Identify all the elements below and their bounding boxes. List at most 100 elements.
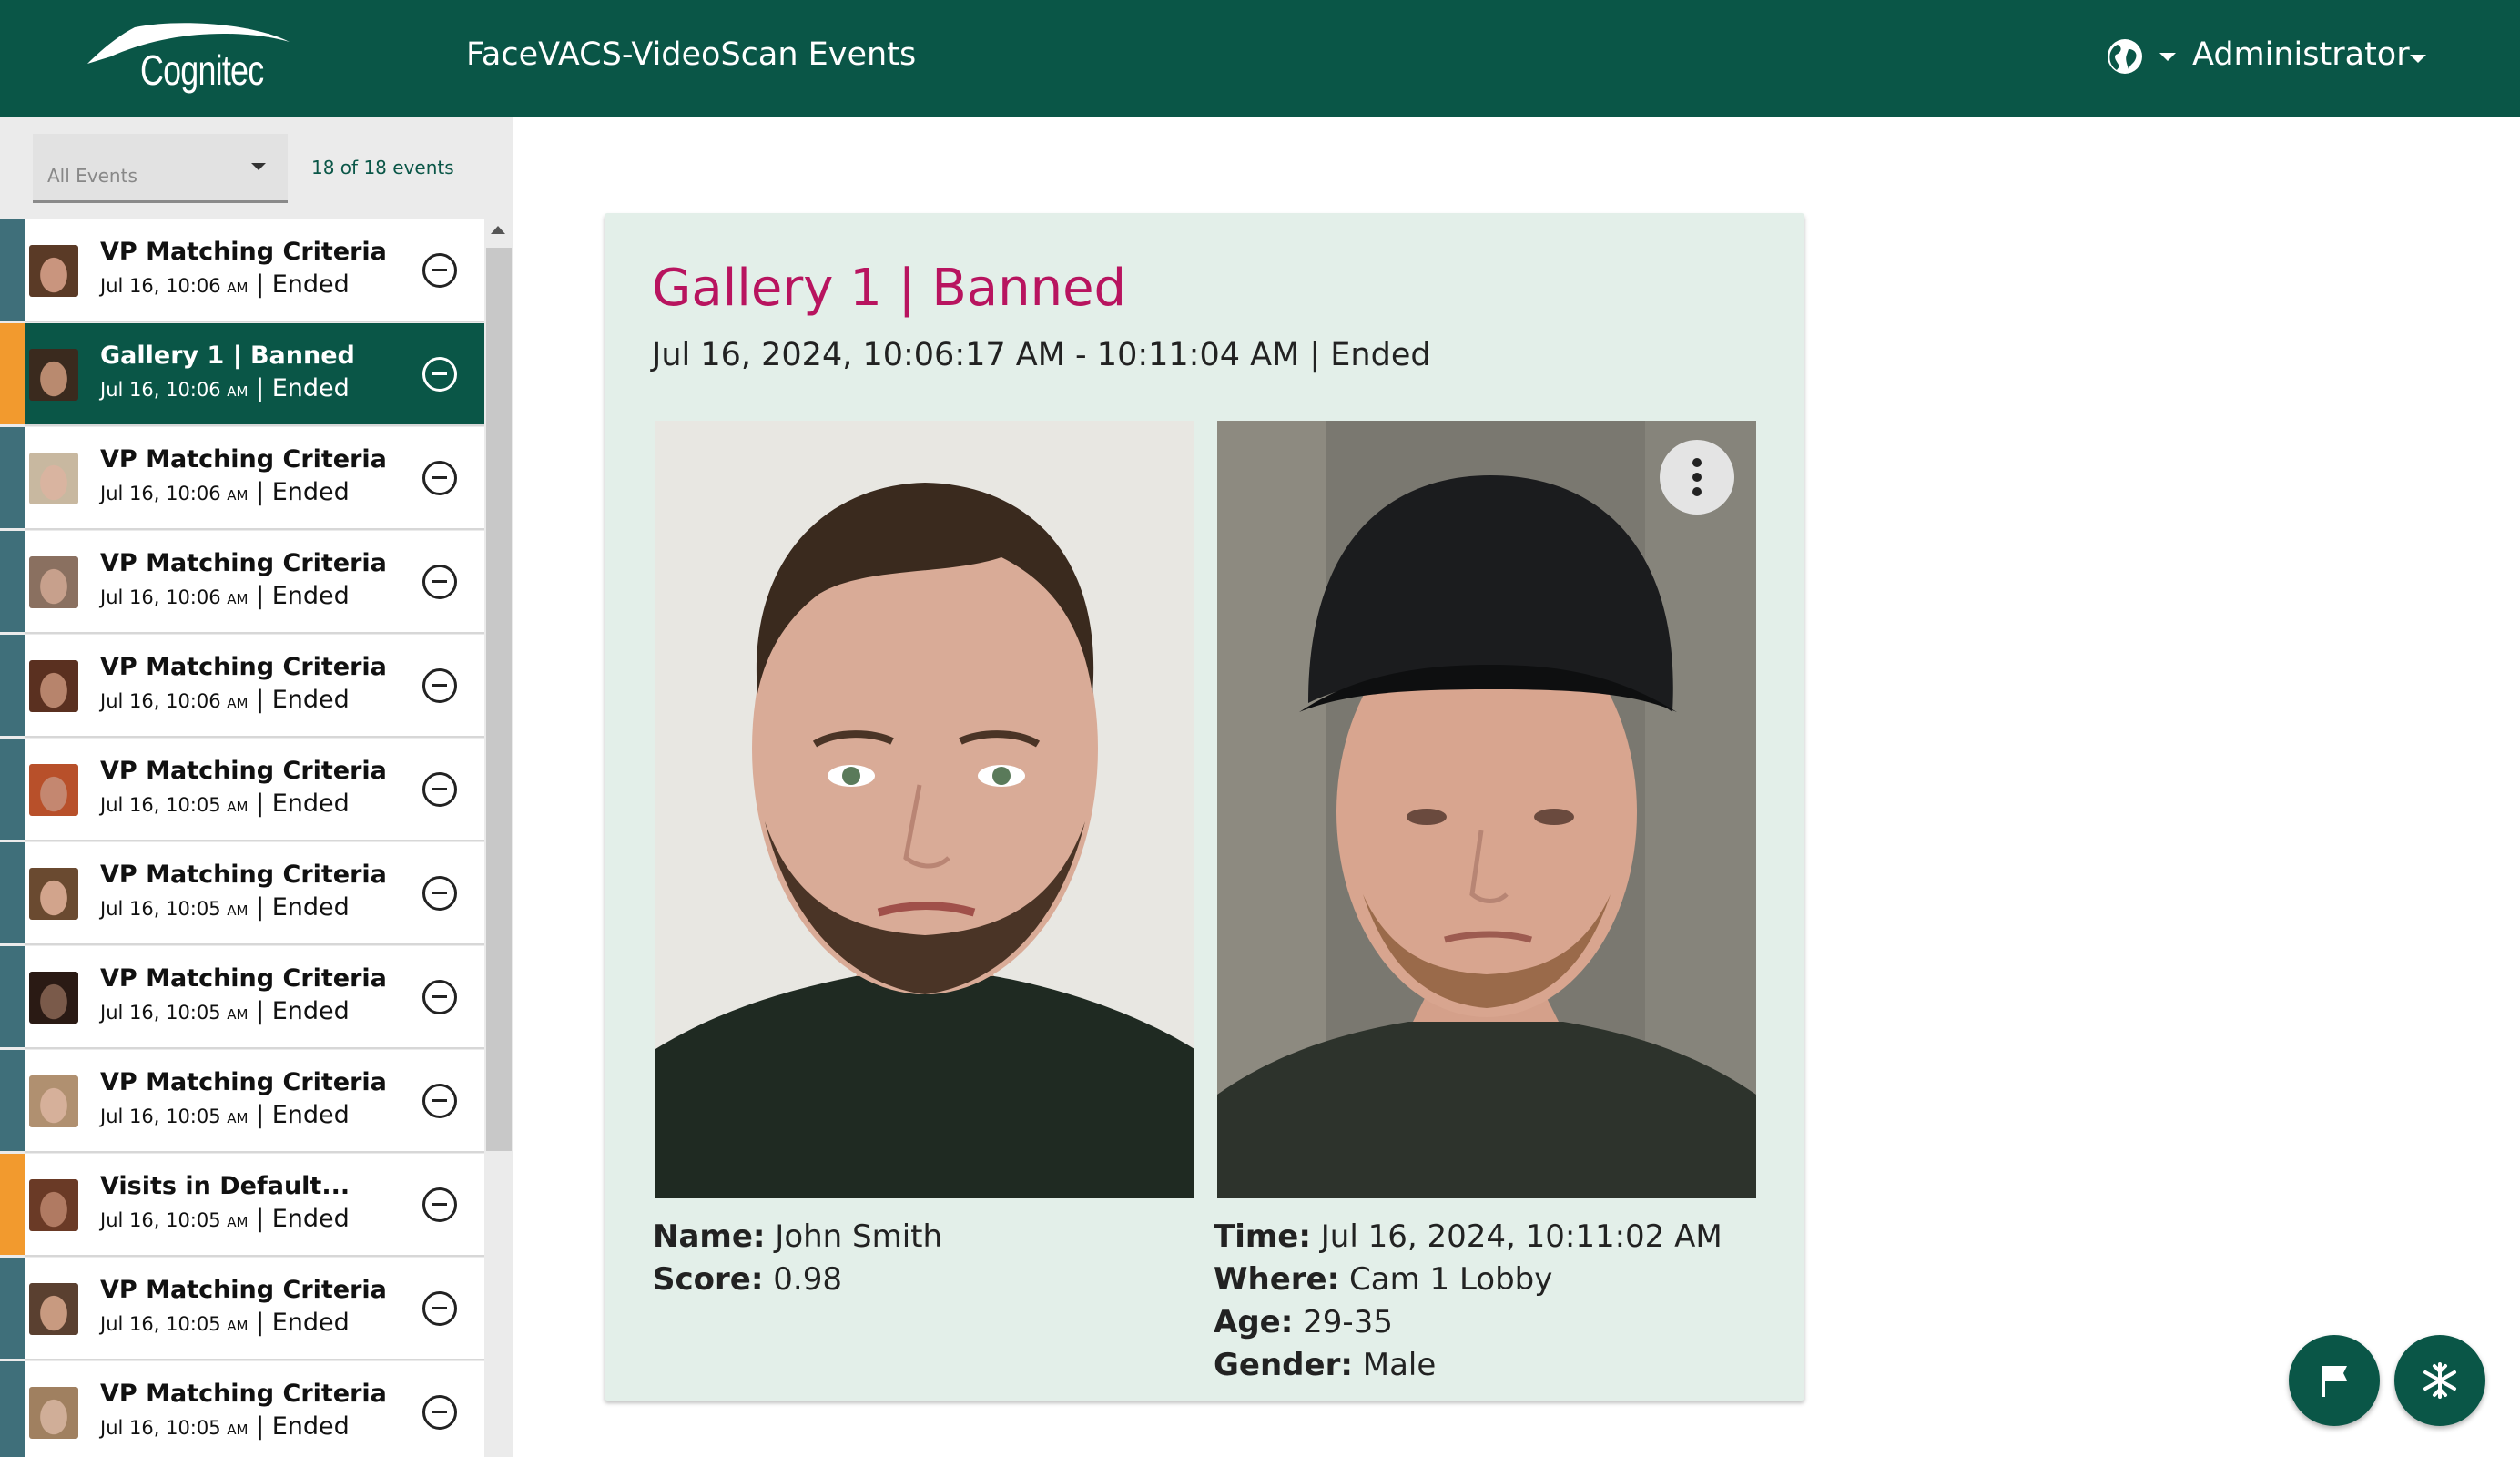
event-list-item[interactable]: VP Matching Criteria Jul 16, 10:06 AM | E… [0, 531, 484, 632]
event-title: VP Matching Criteria [100, 964, 387, 993]
event-list-item[interactable]: VP Matching Criteria Jul 16, 10:05 AM | E… [0, 946, 484, 1047]
event-title: VP Matching Criteria [100, 238, 387, 266]
event-meta: Jul 16, 10:06 AM | Ended [100, 582, 350, 610]
event-thumbnail [29, 453, 78, 504]
event-list-item[interactable]: VP Matching Criteria Jul 16, 10:06 AM | E… [0, 427, 484, 528]
language-selector[interactable] [2105, 33, 2178, 84]
dismiss-event-icon[interactable] [422, 1084, 457, 1118]
dismiss-event-icon[interactable] [422, 357, 457, 392]
reference-name: Name: John Smith [653, 1218, 943, 1255]
event-title: VP Matching Criteria [100, 1068, 387, 1096]
event-list-item[interactable]: VP Matching Criteria Jul 16, 10:05 AM | E… [0, 1361, 484, 1457]
event-thumbnail [29, 764, 78, 816]
app-title: FaceVACS-VideoScan Events [466, 36, 917, 73]
row-divider [25, 840, 484, 841]
event-meta: Jul 16, 10:05 AM | Ended [100, 1205, 350, 1233]
dismiss-event-icon[interactable] [422, 980, 457, 1014]
flag-icon [2322, 1366, 2347, 1397]
event-type-stripe [0, 842, 25, 943]
event-list-item[interactable]: VP Matching Criteria Jul 16, 10:05 AM | E… [0, 842, 484, 943]
event-list-item[interactable]: VP Matching Criteria Jul 16, 10:06 AM | E… [0, 219, 484, 321]
row-divider [25, 321, 484, 322]
event-type-stripe [0, 323, 25, 424]
event-title: VP Matching Criteria [100, 1276, 387, 1304]
event-type-stripe [0, 531, 25, 632]
more-vertical-icon[interactable] [1660, 440, 1734, 515]
flag-button[interactable] [2289, 1335, 2380, 1426]
dismiss-event-icon[interactable] [422, 668, 457, 703]
row-divider [25, 528, 484, 530]
event-meta: Jul 16, 10:05 AM | Ended [100, 790, 350, 818]
event-thumbnail [29, 245, 78, 297]
event-thumbnail [29, 1179, 78, 1231]
event-thumbnail [29, 868, 78, 920]
event-meta: Jul 16, 10:06 AM | Ended [100, 374, 350, 402]
event-filter-select[interactable]: All Events [33, 134, 288, 203]
row-divider [25, 1047, 484, 1049]
event-list-item[interactable]: VP Matching Criteria Jul 16, 10:05 AM | E… [0, 1050, 484, 1151]
event-list-item[interactable]: Visits in Default... Jul 16, 10:05 AM | E… [0, 1154, 484, 1255]
reference-score: Score: 0.98 [653, 1261, 842, 1298]
dismiss-event-icon[interactable] [422, 253, 457, 288]
event-type-stripe [0, 427, 25, 528]
dismiss-event-icon[interactable] [422, 876, 457, 911]
event-meta: Jul 16, 10:05 AM | Ended [100, 1309, 350, 1337]
event-meta: Jul 16, 10:05 AM | Ended [100, 1101, 350, 1129]
dismiss-event-icon[interactable] [422, 565, 457, 599]
row-divider [25, 424, 484, 426]
event-list-item[interactable]: VP Matching Criteria Jul 16, 10:06 AM | E… [0, 635, 484, 736]
event-count: 18 of 18 events [311, 157, 454, 178]
row-divider [25, 943, 484, 945]
dismiss-event-icon[interactable] [422, 772, 457, 807]
app-header: Cognitec FaceVACS-VideoScan Events Admin… [0, 0, 2520, 117]
event-list-item[interactable]: VP Matching Criteria Jul 16, 10:05 AM | E… [0, 739, 484, 840]
detection-photo[interactable] [1217, 421, 1756, 1198]
event-list-item[interactable]: VP Matching Criteria Jul 16, 10:05 AM | E… [0, 1258, 484, 1359]
dismiss-event-icon[interactable] [422, 461, 457, 495]
event-title: VP Matching Criteria [100, 653, 387, 681]
scrollbar-thumb[interactable] [486, 248, 512, 1151]
event-title: Gallery 1 | Banned [100, 341, 355, 370]
event-title: VP Matching Criteria [100, 757, 387, 785]
event-thumbnail [29, 1075, 78, 1127]
event-list: VP Matching Criteria Jul 16, 10:06 AM | E… [0, 219, 484, 1457]
event-meta: Jul 16, 10:05 AM | Ended [100, 1412, 350, 1441]
chevron-down-icon [2159, 53, 2176, 61]
user-menu[interactable]: Administrator [2192, 36, 2410, 73]
event-thumbnail [29, 660, 78, 712]
event-thumbnail [29, 1387, 78, 1439]
chevron-down-icon[interactable] [2410, 55, 2426, 63]
event-thumbnail [29, 556, 78, 608]
globe-icon [2108, 39, 2142, 74]
chevron-down-icon [251, 163, 266, 170]
event-meta: Jul 16, 10:06 AM | Ended [100, 686, 350, 714]
dismiss-event-icon[interactable] [422, 1395, 457, 1430]
event-type-stripe [0, 1258, 25, 1359]
dismiss-event-icon[interactable] [422, 1187, 457, 1222]
scroll-up-arrow-icon[interactable] [491, 226, 505, 234]
reference-photo[interactable] [655, 421, 1194, 1198]
event-thumbnail [29, 349, 78, 401]
event-type-stripe [0, 219, 25, 321]
row-divider [25, 1359, 484, 1360]
event-type-stripe [0, 1050, 25, 1151]
row-divider [25, 1151, 484, 1153]
event-thumbnail [29, 1283, 78, 1335]
event-type-stripe [0, 635, 25, 736]
event-meta: Jul 16, 10:06 AM | Ended [100, 270, 350, 299]
row-divider [25, 1255, 484, 1257]
event-title: VP Matching Criteria [100, 549, 387, 577]
cognitec-logo[interactable]: Cognitec [80, 16, 299, 100]
filter-label: All Events [47, 165, 137, 187]
event-type-stripe [0, 739, 25, 840]
row-divider [25, 736, 484, 738]
event-title: VP Matching Criteria [100, 861, 387, 889]
dismiss-event-icon[interactable] [422, 1291, 457, 1326]
detection-time: Time: Jul 16, 2024, 10:11:02 AM [1214, 1218, 1722, 1255]
event-type-stripe [0, 946, 25, 1047]
event-list-item[interactable]: Gallery 1 | Banned Jul 16, 10:06 AM | End… [0, 323, 484, 424]
detection-age: Age: 29-35 [1214, 1304, 1393, 1340]
row-divider [25, 632, 484, 634]
snowflake-icon [2423, 1362, 2456, 1399]
freeze-button[interactable] [2394, 1335, 2485, 1426]
